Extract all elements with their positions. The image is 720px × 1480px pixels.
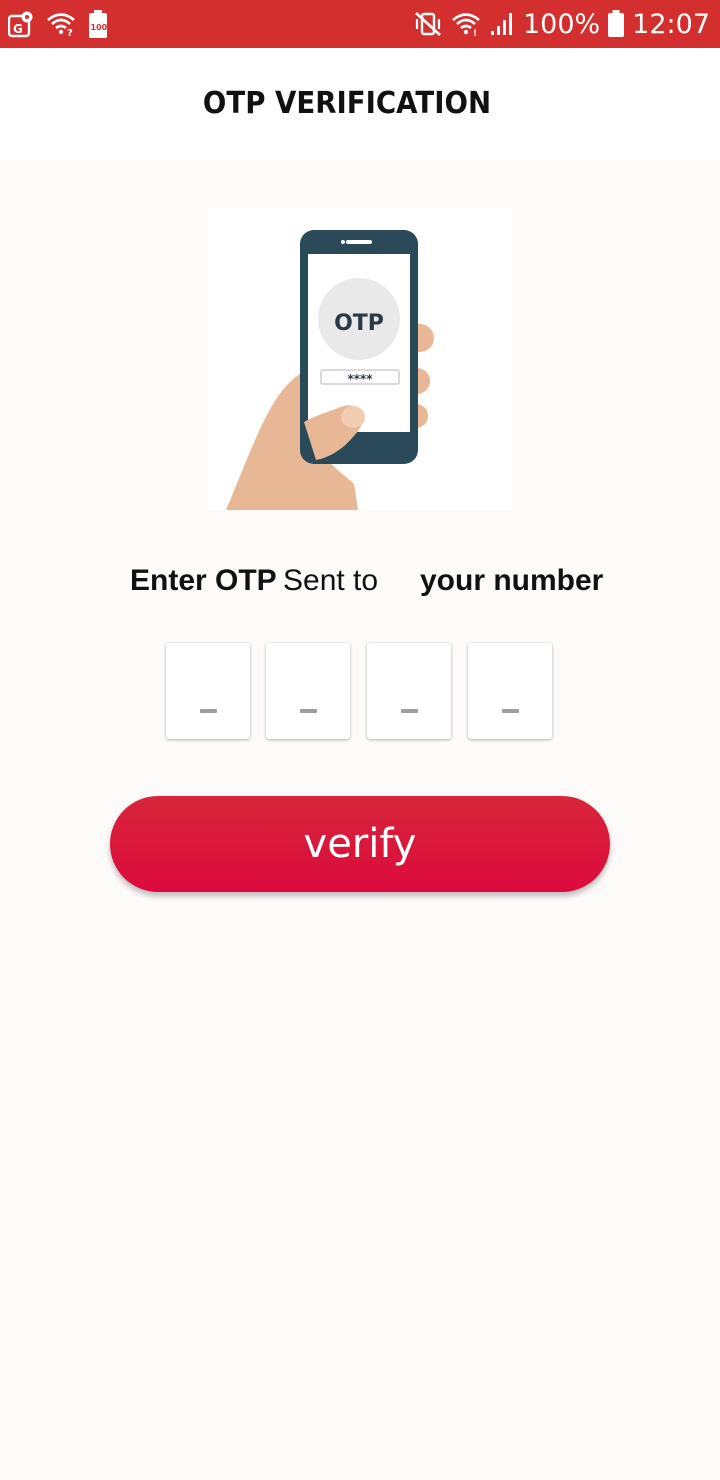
verify-button[interactable]: verify [110,796,610,892]
hand-phone-image: OTP **** [226,230,434,510]
otp-digit-input-1[interactable] [166,643,254,741]
otp-prompt: Enter OTP Sent to your number [0,562,720,606]
wifi-icon: ! [451,11,481,37]
wifi-question-icon: ? [46,11,76,37]
otp-digit-box-1[interactable] [166,643,254,741]
illustration-masked-code: **** [347,372,373,386]
prompt-sent-to: Sent to [283,564,379,597]
status-bar: G ? 100 ! 100% 12:07 [0,0,720,48]
battery-percent: 100% [522,8,601,40]
svg-text:G: G [13,22,23,36]
mute-vibrate-icon [413,10,443,38]
clock: 12:07 [632,8,710,40]
otp-digit-placeholder-4 [502,709,519,713]
otp-digit-input-2[interactable] [266,643,354,741]
battery-saver-icon: 100 [88,9,108,39]
otp-digit-box-3[interactable] [367,643,455,741]
illustration-otp-label: OTP [334,311,384,336]
otp-digit-input-3[interactable] [367,643,455,741]
svg-text:?: ? [67,28,73,37]
otp-digit-placeholder-1 [200,709,217,713]
otp-digit-placeholder-3 [401,709,418,713]
gallery-icon: G [8,10,34,38]
status-bar-left: G ? 100 [8,8,108,40]
otp-digit-placeholder-2 [300,709,317,713]
prompt-enter-otp: Enter OTP [130,564,277,597]
signal-icon [489,11,515,37]
otp-digit-box-2[interactable] [266,643,354,741]
page-title: OTP VERIFICATION [202,86,492,121]
otp-digit-input-4[interactable] [468,643,556,741]
app-bar: OTP VERIFICATION [0,48,720,160]
battery-saver-label: 100 [91,23,108,32]
otp-digit-box-4[interactable] [468,643,556,741]
prompt-phone-number: your number [420,564,604,597]
battery-icon [608,10,625,38]
otp-verification-screen: G ? 100 ! 100% 12:07 OTP VERIFICATION OT… [0,0,720,1480]
otp-phone-illustration: OTP **** [208,208,512,510]
status-bar-right: ! 100% 12:07 [413,0,710,48]
svg-text:!: ! [473,29,477,37]
